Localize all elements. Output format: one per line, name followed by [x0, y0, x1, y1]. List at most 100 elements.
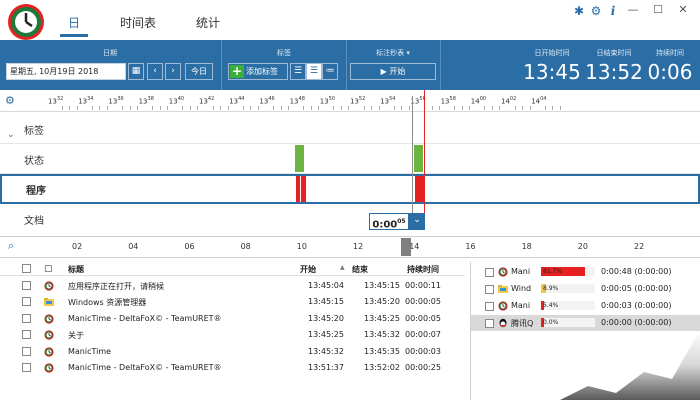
- tab-day[interactable]: 日: [68, 14, 80, 31]
- doc-column-icon: ▢: [44, 264, 53, 274]
- summary-row[interactable]: Wind 8.9% 0:00:05 (0:00:00): [471, 281, 700, 297]
- summary-checkbox[interactable]: [485, 285, 494, 294]
- timeline-settings-gear-icon[interactable]: ⚙: [5, 94, 15, 107]
- close-icon[interactable]: ✕: [676, 3, 690, 17]
- column-end[interactable]: 结束: [352, 264, 368, 275]
- overview-tick-label: 06: [184, 242, 195, 251]
- status-bar-active[interactable]: [295, 145, 304, 172]
- table-row[interactable]: 应用程序正在打开，请稍候 13:45:04 13:45:15 00:00:11: [0, 278, 465, 294]
- maximize-icon[interactable]: ☐: [651, 3, 665, 17]
- day-start-time: 13:45: [523, 60, 581, 84]
- ruler-minor-tick: [439, 106, 441, 110]
- summary-percent-bar: 5.4%: [541, 301, 595, 310]
- ruler-tick-label: 1350: [319, 96, 336, 106]
- summary-time: 0:00:05 (0:00:00): [601, 284, 672, 293]
- summary-row[interactable]: Mani 5.4% 0:00:03 (0:00:00): [471, 298, 700, 314]
- summary-app-name: Mani: [511, 301, 531, 310]
- collapse-chevron-icon[interactable]: ⌄: [7, 130, 15, 140]
- summary-checkbox[interactable]: [485, 319, 494, 328]
- ruler-minor-tick: [167, 106, 169, 110]
- ruler-tick-label: 1400: [470, 96, 487, 106]
- ruler-minor-tick: [280, 106, 282, 110]
- ruler-minor-tick: [348, 106, 350, 110]
- minimize-icon[interactable]: —: [626, 3, 640, 17]
- start-button[interactable]: ▶ 开始: [350, 63, 436, 80]
- column-duration[interactable]: 持续时间: [407, 264, 439, 275]
- summary-checkbox[interactable]: [485, 302, 494, 311]
- today-button[interactable]: 今日: [185, 63, 213, 80]
- app-bar[interactable]: [296, 176, 300, 202]
- duration-label: 持续时间: [656, 49, 684, 57]
- manictime-icon: [44, 314, 54, 324]
- row-documents[interactable]: 文档: [0, 204, 700, 234]
- status-bar-active[interactable]: [414, 145, 423, 172]
- summary-percent-label: 81.7%: [543, 268, 563, 275]
- row-checkbox[interactable]: [22, 313, 31, 323]
- column-title[interactable]: 标题: [68, 264, 84, 275]
- row-status[interactable]: 状态: [0, 144, 700, 174]
- bullet-view-icon[interactable]: ≔: [322, 63, 338, 80]
- summary-app-name: Wind: [511, 284, 532, 293]
- cursor-time-seconds: 05: [397, 218, 406, 225]
- zoom-search-icon[interactable]: ⌕: [8, 239, 14, 253]
- calendar-icon[interactable]: ▦: [128, 63, 144, 80]
- list-view-icon[interactable]: ☰: [290, 63, 306, 80]
- tab-statistics[interactable]: 统计: [196, 14, 220, 31]
- app-bar[interactable]: [301, 176, 306, 202]
- detail-view-icon[interactable]: ☰: [306, 63, 322, 80]
- stopwatch-dropdown[interactable]: 标注秒表 ▾: [347, 48, 439, 58]
- cursor-time-main: 0:00: [372, 219, 398, 231]
- summary-checkbox[interactable]: [485, 268, 494, 277]
- next-day-button[interactable]: ›: [165, 63, 181, 80]
- current-time-line: [424, 90, 425, 230]
- ruler-minor-tick: [106, 106, 108, 110]
- row-end: 13:45:20: [364, 297, 400, 307]
- column-start[interactable]: 开始: [300, 264, 316, 275]
- ruler-minor-tick: [333, 106, 335, 110]
- ruler-minor-tick: [310, 106, 312, 110]
- add-tag-button[interactable]: + 添加标签: [228, 63, 288, 80]
- date-field[interactable]: 星期五, 10月19日 2018: [6, 63, 126, 80]
- table-row[interactable]: ManicTime - DeltaFoX© - TeamURET® 13:51:3…: [0, 360, 465, 376]
- overview-tick-label: 08: [240, 242, 251, 251]
- row-checkbox[interactable]: [22, 281, 31, 290]
- row-checkbox[interactable]: [22, 330, 31, 340]
- row-start: 13:45:15: [308, 297, 344, 307]
- info-icon[interactable]: i: [606, 4, 620, 18]
- overview-selection-handle[interactable]: [401, 238, 411, 256]
- summary-row[interactable]: Mani 81.7% 0:00:48 (0:00:00): [471, 264, 700, 280]
- manictime-icon: [498, 267, 508, 277]
- ruler-minor-tick: [182, 106, 184, 110]
- ruler-minor-tick: [401, 106, 403, 110]
- app-bar[interactable]: [415, 176, 424, 202]
- overview-tick-label: 12: [353, 242, 364, 251]
- summary-percent-bar: 81.7%: [541, 267, 595, 276]
- table-row[interactable]: Windows 资源管理器 13:45:15 13:45:20 00:00:05: [0, 294, 465, 310]
- summary-row[interactable]: 腾讯Q 0.0% 0:00:00 (0:00:00): [471, 315, 700, 331]
- select-all-checkbox[interactable]: [22, 264, 31, 273]
- tab-timesheet[interactable]: 时间表: [120, 14, 156, 31]
- row-checkbox[interactable]: [22, 346, 31, 356]
- row-end: 13:45:15: [364, 281, 400, 290]
- day-overview-axis[interactable]: ⌕ 02 04 06 08 10 12 14 16 18 20 22: [0, 236, 700, 258]
- row-checkbox[interactable]: [22, 297, 31, 307]
- ruler-minor-tick: [461, 106, 463, 110]
- ruler-minor-tick: [227, 106, 229, 110]
- ruler-minor-tick: [61, 106, 63, 110]
- row-checkbox[interactable]: [22, 363, 31, 372]
- chevron-down-icon[interactable]: ⌄: [409, 213, 425, 230]
- prev-day-button[interactable]: ‹: [147, 63, 163, 80]
- table-row[interactable]: ManicTime 13:45:32 13:45:35 00:00:03: [0, 344, 465, 360]
- row-apps[interactable]: 程序: [0, 174, 700, 204]
- table-row[interactable]: 关于 13:45:25 13:45:32 00:00:07: [0, 327, 465, 343]
- ruler-minor-tick: [491, 106, 493, 110]
- summary-percent-bar: 0.0%: [541, 318, 595, 327]
- gear-icon[interactable]: ⚙: [589, 4, 603, 18]
- puzzle-icon[interactable]: ✱: [572, 4, 586, 18]
- day-end-time: 13:52: [585, 60, 643, 84]
- timeline-ruler[interactable]: ⚙ 1332 1334 1336 1338 1340 1342 1344 1346 1348 13…: [0, 90, 700, 112]
- summary-percent-label: 0.0%: [543, 319, 559, 326]
- overview-tick-label: 18: [521, 242, 532, 251]
- table-row[interactable]: ManicTime - DeltaFoX© - TeamURET® 13:45:2…: [0, 311, 465, 327]
- row-tags[interactable]: 标签: [0, 114, 700, 144]
